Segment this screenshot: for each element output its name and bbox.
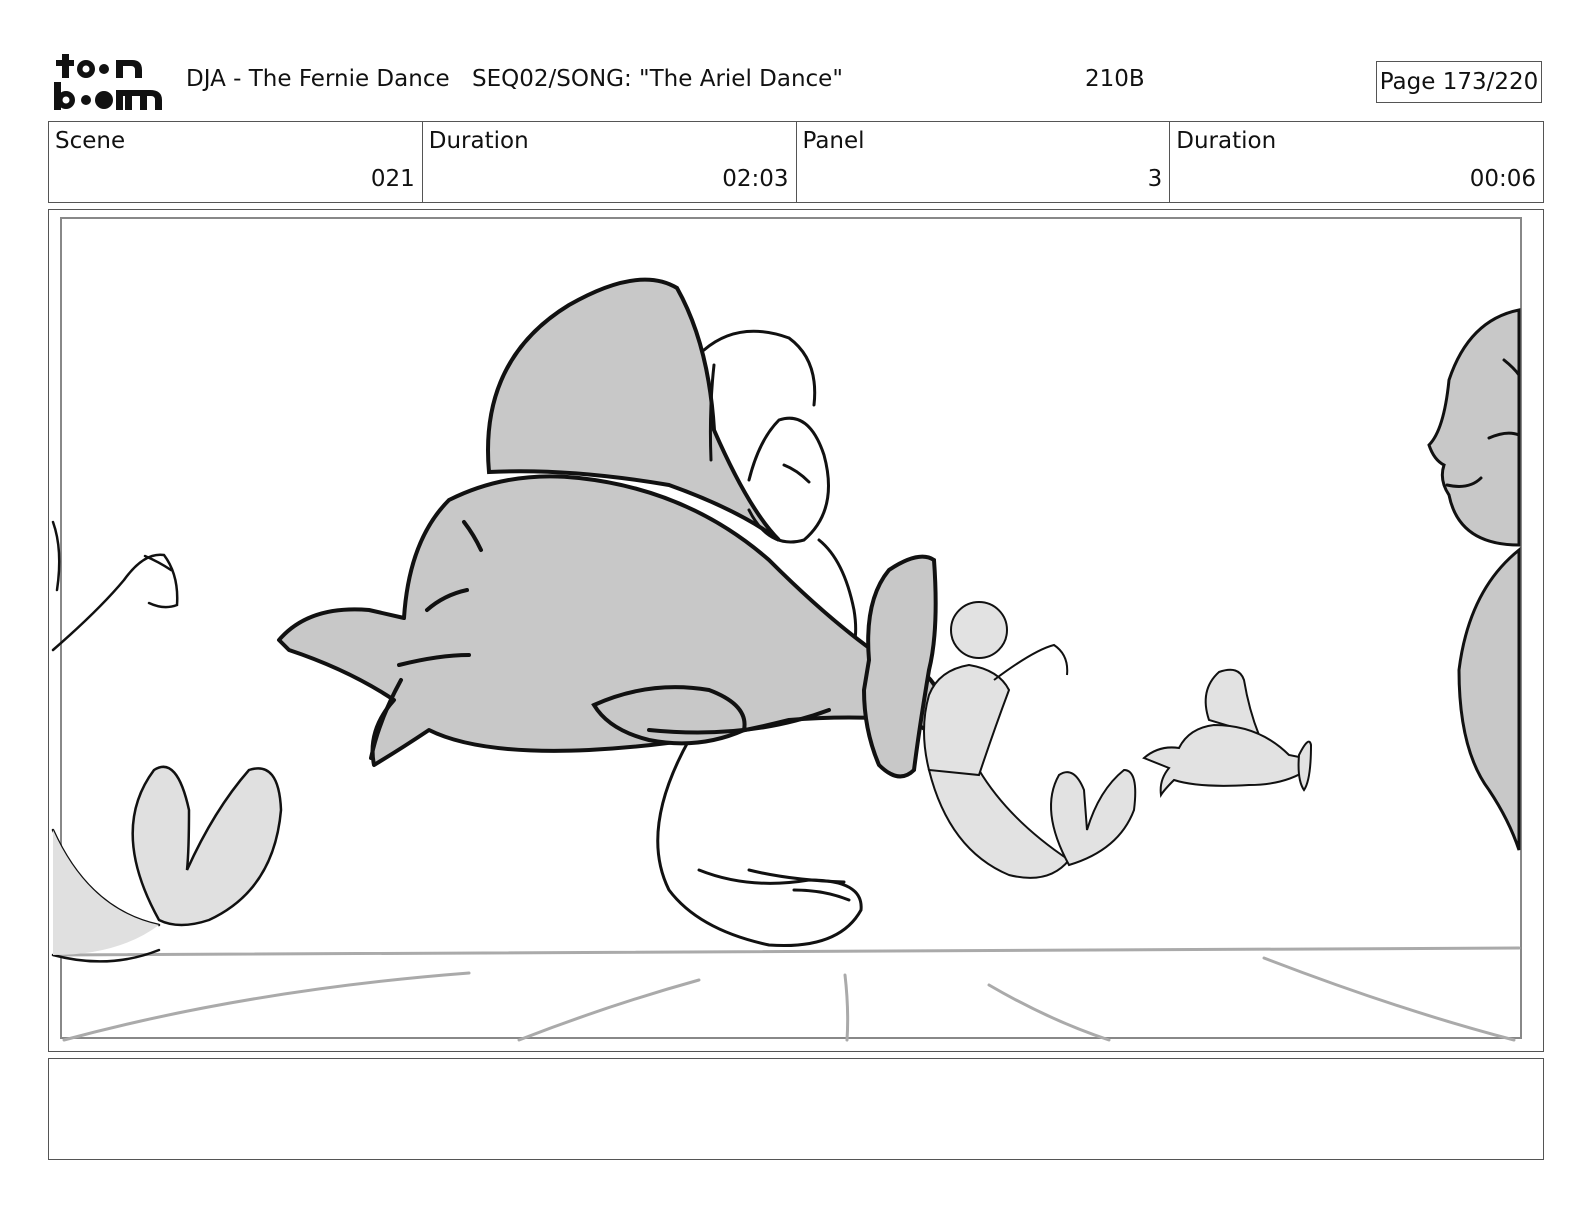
panel-cell: Panel 3 <box>797 122 1171 202</box>
sequence-title: SEQ02/SONG: "The Ariel Dance" <box>472 66 843 92</box>
floor-lines <box>52 946 1521 1042</box>
toonboom-logo <box>54 54 162 110</box>
panel-value: 3 <box>1147 166 1163 192</box>
scene-value: 021 <box>370 166 415 192</box>
storyboard-frame <box>48 209 1544 1052</box>
page-indicator: Page 173/220 <box>1376 61 1542 103</box>
scene-duration-label: Duration <box>428 128 529 154</box>
scene-duration-value: 02:03 <box>722 166 789 192</box>
scene-label: Scene <box>55 128 126 154</box>
notes-box <box>48 1058 1544 1160</box>
storyboard-sketch <box>51 217 1522 1042</box>
panel-label: Panel <box>802 128 865 154</box>
panel-duration-label: Duration <box>1176 128 1277 154</box>
scene-cell: Scene 021 <box>49 122 423 202</box>
scene-duration-cell: Duration 02:03 <box>423 122 797 202</box>
right-dolphin-sketch <box>1427 308 1521 851</box>
info-row: Scene 021 Duration 02:03 Panel 3 Duratio… <box>48 121 1544 203</box>
panel-code: 210B <box>1085 66 1145 92</box>
small-mermaid-sketch <box>923 601 1137 879</box>
panel-duration-value: 00:06 <box>1469 166 1536 192</box>
small-dolphin-sketch <box>1142 668 1313 798</box>
panel-duration-cell: Duration 00:06 <box>1170 122 1543 202</box>
project-title: DJA - The Fernie Dance <box>186 66 450 92</box>
